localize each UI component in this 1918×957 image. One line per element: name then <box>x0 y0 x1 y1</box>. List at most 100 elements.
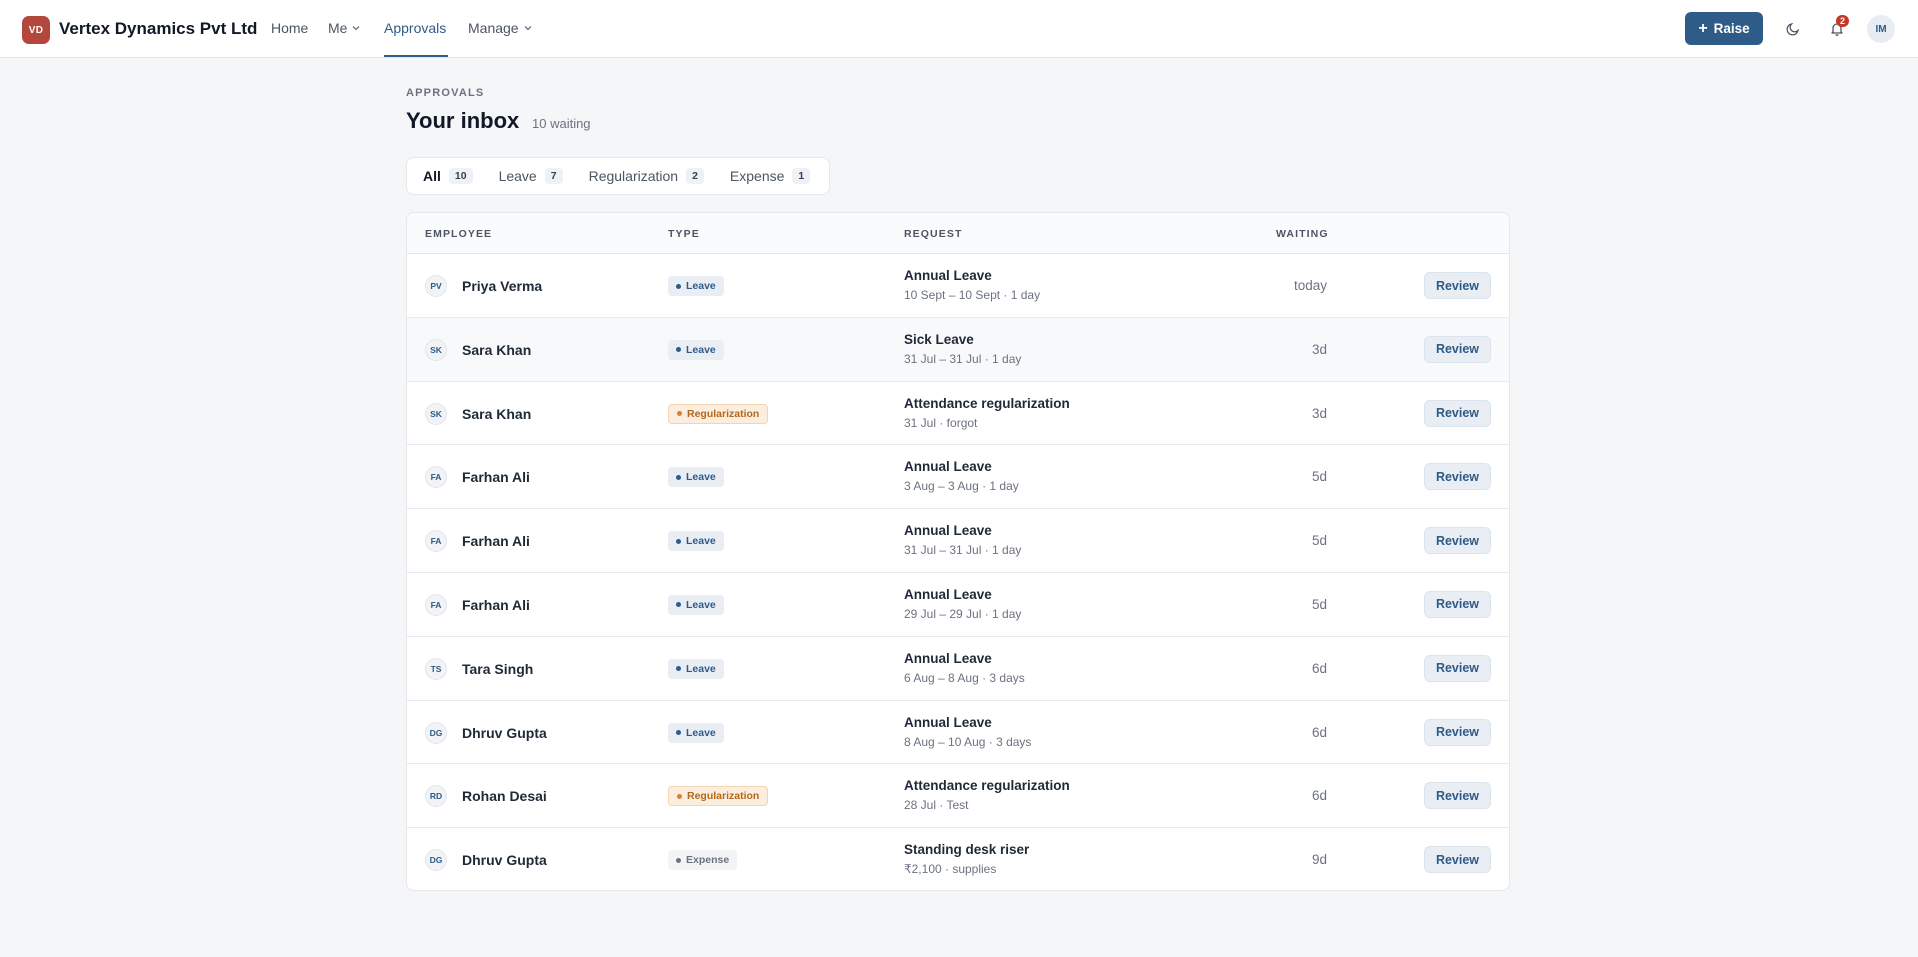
employee-avatar: FA <box>425 466 447 489</box>
badge-dot-icon <box>677 793 682 799</box>
table-row[interactable]: DG Dhruv Gupta Leave Annual Leave 8 Aug – 10… <box>407 701 1509 765</box>
badge-dot-icon <box>676 283 681 289</box>
employee-name: Tara Singh <box>462 660 534 677</box>
plus-icon: + <box>1698 19 1708 37</box>
employee-avatar: DG <box>425 721 447 744</box>
type-label: Leave <box>686 280 716 292</box>
table-row[interactable]: RD Rohan Desai Regularization Attendance re… <box>407 764 1509 829</box>
employee-name: Farhan Ali <box>462 469 530 486</box>
waiting-time: 5d <box>1311 469 1327 485</box>
review-button[interactable]: Review <box>1424 654 1491 682</box>
chevron-down-icon <box>524 26 532 31</box>
brand-logo[interactable]: VD <box>22 16 50 44</box>
employee-name: Sara Khan <box>462 405 532 422</box>
employee-name: Priya Verma <box>462 278 543 294</box>
nav-home[interactable]: Home <box>271 20 308 36</box>
type-badge: Leave <box>668 339 724 360</box>
tab-count: 10 <box>448 168 473 184</box>
review-button[interactable]: Review <box>1424 527 1491 555</box>
employee-avatar: TS <box>425 657 447 680</box>
user-avatar[interactable]: IM <box>1867 15 1895 43</box>
table-row[interactable]: FA Farhan Ali Leave Annual Leave 29 Jul – 29… <box>407 573 1509 637</box>
table-header: EMPLOYEE TYPE REQUEST WAITING <box>407 213 1509 254</box>
table-row[interactable]: SK Sara Khan Leave Sick Leave 31 Jul – 31 Ju… <box>407 317 1509 382</box>
table-row[interactable]: TS Tara Singh Leave Annual Leave 6 Aug – 8 A… <box>407 637 1509 701</box>
nav-approvals[interactable]: Approvals <box>384 20 446 36</box>
nav-home-label: Home <box>271 20 309 36</box>
tab-regularization[interactable]: Regularization 2 <box>577 161 716 191</box>
review-button[interactable]: Review <box>1424 463 1491 491</box>
request-detail: 6 Aug – 8 Aug · 3 days <box>904 670 1025 685</box>
waiting-time: 3d <box>1311 341 1327 357</box>
request-detail: ₹2,100 · supplies <box>904 862 997 877</box>
request-title: Annual Leave <box>904 459 992 475</box>
brand-name[interactable]: Vertex Dynamics Pvt Ltd <box>59 19 257 39</box>
tab-label: Regularization <box>588 168 679 184</box>
employee-name: Dhruv Gupta <box>462 724 547 741</box>
waiting-time: 5d <box>1311 596 1327 612</box>
table-row[interactable]: FA Farhan Ali Leave Annual Leave 3 Aug – 3 A… <box>407 445 1509 510</box>
badge-dot-icon <box>676 857 681 863</box>
type-badge: Expense <box>668 850 738 871</box>
table-row[interactable]: SK Sara Khan Regularization Attendance regu… <box>407 382 1509 446</box>
theme-toggle-button[interactable] <box>1781 17 1805 41</box>
approvals-table: EMPLOYEE TYPE REQUEST WAITING PV Priya Ve… <box>406 212 1510 891</box>
type-badge: Regularization <box>668 403 769 424</box>
column-header-request: REQUEST <box>904 228 963 240</box>
column-header-employee: EMPLOYEE <box>425 228 493 240</box>
badge-dot-icon <box>676 730 681 736</box>
type-label: Leave <box>686 598 716 611</box>
nav-manage-label: Manage <box>468 20 519 36</box>
table-row[interactable]: PV Priya Verma Leave Annual Leave 10 Sept – … <box>407 254 1509 318</box>
nav-me-label: Me <box>328 20 348 36</box>
table-row[interactable]: FA Farhan Ali Leave Annual Leave 31 Jul – 31… <box>407 509 1509 573</box>
employee-avatar: SK <box>425 338 447 361</box>
review-button[interactable]: Review <box>1424 590 1491 618</box>
review-button[interactable]: Review <box>1424 272 1491 299</box>
waiting-time: 9d <box>1311 852 1327 868</box>
chevron-down-icon <box>352 26 360 31</box>
column-header-type: TYPE <box>668 228 700 240</box>
tab-all[interactable]: All 10 <box>411 161 485 191</box>
filter-tabs: All 10 Leave 7 Regularization 2 Expense … <box>406 157 830 195</box>
badge-dot-icon <box>676 602 681 608</box>
review-button[interactable]: Review <box>1424 399 1491 427</box>
tab-expense[interactable]: Expense 1 <box>718 161 822 191</box>
review-button[interactable]: Review <box>1424 335 1491 363</box>
type-badge: Regularization <box>668 786 769 807</box>
tab-count: 7 <box>544 168 563 184</box>
type-badge: Leave <box>668 658 724 679</box>
badge-dot-icon <box>676 666 681 672</box>
review-button[interactable]: Review <box>1424 846 1491 874</box>
review-button[interactable]: Review <box>1424 782 1491 810</box>
waiting-time: 5d <box>1311 533 1327 549</box>
review-button[interactable]: Review <box>1424 718 1491 746</box>
raise-button[interactable]: + Raise <box>1685 12 1763 45</box>
employee-avatar: DG <box>425 849 447 872</box>
badge-dot-icon <box>676 347 681 353</box>
type-badge: Leave <box>668 594 724 615</box>
badge-dot-icon <box>677 411 682 417</box>
request-detail: 3 Aug – 3 Aug · 1 day <box>904 479 1019 494</box>
column-header-waiting: WAITING <box>1276 228 1329 240</box>
notification-count-badge: 2 <box>1836 15 1849 27</box>
request-detail: 28 Jul · Test <box>904 798 969 813</box>
type-label: Leave <box>686 726 716 739</box>
employee-name: Dhruv Gupta <box>462 852 547 869</box>
type-label: Leave <box>686 662 716 675</box>
tab-count: 2 <box>686 168 704 184</box>
type-badge: Leave <box>668 276 724 296</box>
waiting-time: 3d <box>1311 405 1327 421</box>
tab-leave[interactable]: Leave 7 <box>487 161 575 191</box>
moon-icon <box>1786 22 1800 36</box>
nav-approvals-label: Approvals <box>384 20 447 36</box>
table-row[interactable]: DG Dhruv Gupta Expense Standing desk riser ₹… <box>407 828 1509 890</box>
request-title: Annual Leave <box>904 714 992 730</box>
request-title: Annual Leave <box>904 523 992 539</box>
type-label: Regularization <box>687 790 760 803</box>
type-badge: Leave <box>668 467 724 488</box>
nav-manage[interactable]: Manage <box>468 20 533 36</box>
request-title: Standing desk riser <box>904 842 1030 858</box>
tab-count: 1 <box>792 168 811 184</box>
nav-me[interactable]: Me <box>328 20 361 36</box>
